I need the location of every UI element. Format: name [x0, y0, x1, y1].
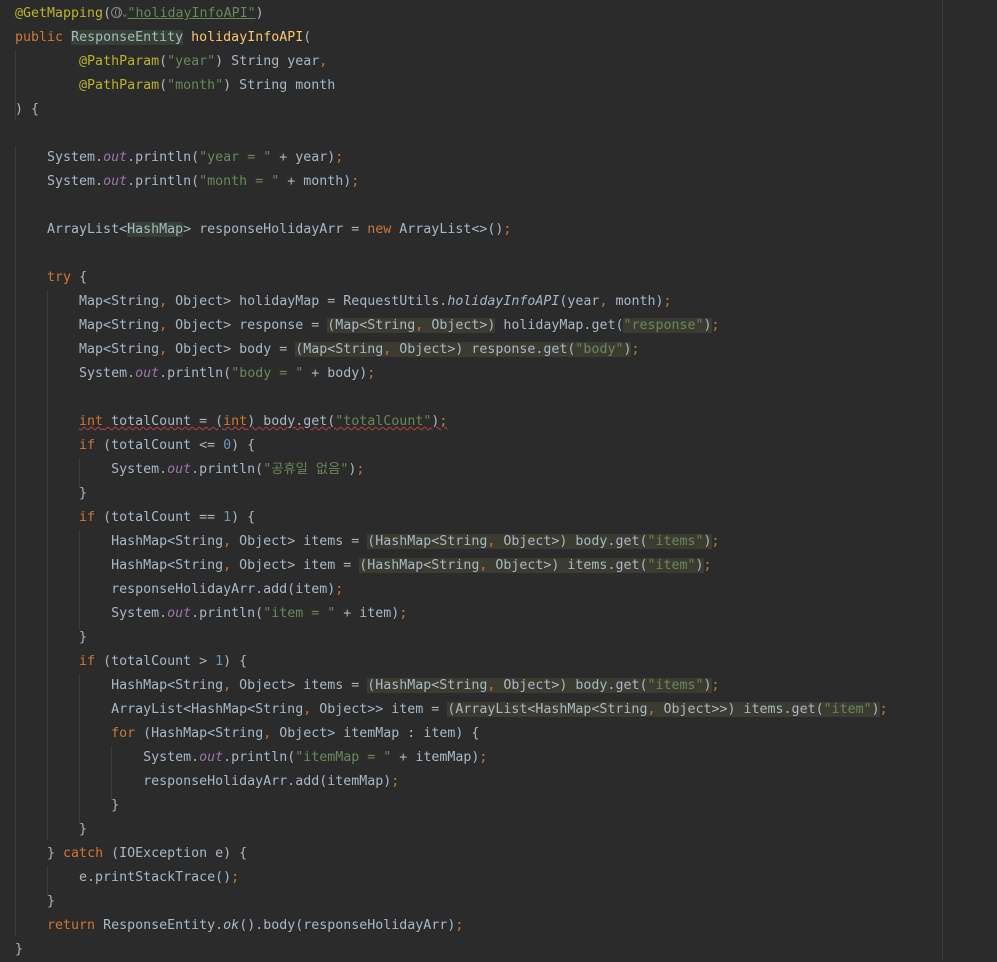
code-line[interactable]: System.out.println("month = " + month);: [15, 170, 359, 194]
code-line[interactable]: @GetMapping(⌄"holidayInfoAPI"): [15, 2, 264, 26]
code-line[interactable]: System.out.println("공휴일 없음");: [15, 458, 364, 482]
code-line[interactable]: } catch (IOException e) {: [15, 842, 247, 866]
code-line[interactable]: responseHolidayArr.add(item);: [15, 578, 343, 602]
code-line[interactable]: Map<String, Object> holidayMap = Request…: [15, 290, 671, 314]
globe-icon[interactable]: [111, 7, 123, 18]
code-line[interactable]: if (totalCount <= 0) {: [15, 434, 255, 458]
code-line[interactable]: @PathParam("month") String month: [15, 74, 335, 98]
code-line[interactable]: if (totalCount == 1) {: [15, 506, 255, 530]
code-line[interactable]: return ResponseEntity.ok().body(response…: [15, 914, 463, 938]
code-line[interactable]: }: [15, 482, 87, 506]
code-line[interactable]: @PathParam("year") String year,: [15, 50, 327, 74]
code-line[interactable]: System.out.println("year = " + year);: [15, 146, 343, 170]
code-line[interactable]: Map<String, Object> response = (Map<Stri…: [15, 314, 720, 338]
code-line[interactable]: ) {: [15, 98, 39, 122]
code-line[interactable]: e.printStackTrace();: [15, 866, 239, 890]
code-line[interactable]: }: [15, 938, 23, 962]
code-line[interactable]: HashMap<String, Object> items = (HashMap…: [15, 530, 720, 554]
code-line[interactable]: public ResponseEntity holidayInfoAPI(: [15, 26, 311, 50]
code-line[interactable]: System.out.println("item = " + item);: [15, 602, 407, 626]
code-line[interactable]: }: [15, 818, 87, 842]
korean-string: "공휴일 없음": [263, 462, 349, 477]
code-line[interactable]: ArrayList<HashMap> responseHolidayArr = …: [15, 218, 511, 242]
code-line[interactable]: }: [15, 626, 87, 650]
right-margin-guide: [942, 0, 943, 960]
code-line[interactable]: HashMap<String, Object> items = (HashMap…: [15, 674, 720, 698]
code-line[interactable]: System.out.println("itemMap = " + itemMa…: [15, 746, 487, 770]
code-line[interactable]: }: [15, 794, 119, 818]
code-line[interactable]: responseHolidayArr.add(itemMap);: [15, 770, 399, 794]
code-line[interactable]: int totalCount = (int) body.get("totalCo…: [15, 410, 447, 434]
code-line[interactable]: if (totalCount > 1) {: [15, 650, 247, 674]
code-line[interactable]: Map<String, Object> body = (Map<String, …: [15, 338, 640, 362]
code-line[interactable]: for (HashMap<String, Object> itemMap : i…: [15, 722, 479, 746]
code-line[interactable]: }: [15, 890, 55, 914]
code-line[interactable]: HashMap<String, Object> item = (HashMap<…: [15, 554, 712, 578]
code-line[interactable]: ArrayList<HashMap<String, Object>> item …: [15, 698, 888, 722]
code-editor[interactable]: @GetMapping(⌄"holidayInfoAPI") public Re…: [0, 0, 997, 960]
code-line[interactable]: System.out.println("body = " + body);: [15, 362, 375, 386]
code-line[interactable]: try {: [15, 266, 87, 290]
